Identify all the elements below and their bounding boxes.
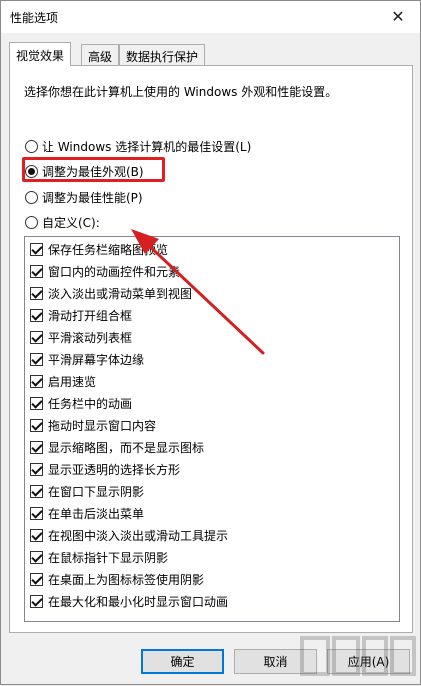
list-item[interactable]: 显示亚透明的选择长方形 [30,461,180,478]
panel-description: 选择你想在此计算机上使用的 Windows 外观和性能设置。 [24,85,338,99]
list-item-label: 在窗口下显示阴影 [48,485,145,499]
list-item[interactable]: 启用速览 [30,373,96,390]
list-item[interactable]: 在鼠标指针下显示阴影 [30,549,168,566]
radio-label: 让 Windows 选择计算机的最佳设置(L) [42,139,252,154]
list-item-label: 在鼠标指针下显示阴影 [48,551,169,565]
checkbox[interactable] [30,309,43,322]
list-item[interactable]: 平滑滚动列表框 [30,329,132,346]
list-item-label: 任务栏中的动画 [48,397,133,411]
list-item[interactable]: 在最大化和最小化时显示窗口动画 [30,593,228,610]
list-item-label: 平滑屏幕字体边缘 [48,353,145,367]
radio-label: 自定义(C): [42,215,100,230]
visual-effects-list[interactable]: 保存任务栏缩略图预览 窗口内的动画控件和元素 淡入淡出或滑动菜单到视图 滑动打开… [24,236,400,622]
list-item[interactable]: 在桌面上为图标标签使用阴影 [30,571,204,588]
close-icon[interactable]: ✕ [376,1,420,31]
radio-label: 调整为最佳性能(P) [42,190,143,205]
list-item[interactable]: 滑动打开组合框 [30,307,132,324]
list-item-label: 保存任务栏缩略图预览 [48,243,169,257]
radio-best-performance[interactable]: 调整为最佳性能(P) [25,188,143,206]
list-item[interactable]: 显示缩略图，而不是显示图标 [30,439,204,456]
list-item-label: 在桌面上为图标标签使用阴影 [48,573,205,587]
visual-effects-panel: 选择你想在此计算机上使用的 Windows 外观和性能设置。 让 Windows… [9,65,413,633]
checkbox[interactable] [30,353,43,366]
apply-button[interactable]: 应用(A) [327,649,410,674]
list-item-label: 拖动时显示窗口内容 [48,419,157,433]
cancel-button[interactable]: 取消 [234,649,317,674]
radio-label: 调整为最佳外观(B) [42,164,144,179]
checkbox[interactable] [30,243,43,256]
ok-button[interactable]: 确定 [141,649,224,674]
performance-options-window: 性能选项 ✕ 视觉效果 高级 数据执行保护 选择你想在此计算机上使用的 Wind… [0,0,421,685]
checkbox[interactable] [30,507,43,520]
checkbox[interactable] [30,375,43,388]
radio-indicator [25,190,38,204]
checkbox[interactable] [30,265,43,278]
list-item[interactable]: 任务栏中的动画 [30,395,132,412]
radio-let-windows-choose[interactable]: 让 Windows 选择计算机的最佳设置(L) [25,137,251,155]
list-item[interactable]: 平滑屏幕字体边缘 [30,351,144,368]
checkbox[interactable] [30,573,43,586]
checkbox[interactable] [30,485,43,498]
list-item[interactable]: 在单击后淡出菜单 [30,505,144,522]
list-item-label: 在单击后淡出菜单 [48,507,145,521]
list-item-label: 启用速览 [48,375,97,389]
checkbox[interactable] [30,419,43,432]
list-item-label: 淡入淡出或滑动菜单到视图 [48,287,193,301]
list-item-label: 窗口内的动画控件和元素 [48,265,181,279]
window-title: 性能选项 [10,11,59,25]
tab-advanced[interactable]: 高级 [81,44,120,65]
list-item[interactable]: 淡入淡出或滑动菜单到视图 [30,285,192,302]
list-item-label: 在最大化和最小化时显示窗口动画 [48,595,229,609]
checkbox[interactable] [30,551,43,564]
checkbox[interactable] [30,595,43,608]
checkbox[interactable] [30,529,43,542]
title-bar: 性能选项 ✕ [1,1,420,33]
radio-indicator [25,139,38,153]
list-item[interactable]: 在窗口下显示阴影 [30,483,144,500]
list-item-label: 在视图中淡入淡出或滑动工具提示 [48,529,229,543]
radio-best-appearance[interactable]: 调整为最佳外观(B) [25,162,144,180]
checkbox[interactable] [30,287,43,300]
tab-data-execution-prevention[interactable]: 数据执行保护 [119,44,206,65]
checkbox[interactable] [30,397,43,410]
list-item[interactable]: 保存任务栏缩略图预览 [30,241,168,258]
checkbox[interactable] [30,441,43,454]
tab-visual-effects[interactable]: 视觉效果 [9,42,72,66]
radio-indicator [25,215,38,229]
radio-indicator [25,164,38,178]
list-item[interactable]: 拖动时显示窗口内容 [30,417,156,434]
list-item[interactable]: 在视图中淡入淡出或滑动工具提示 [30,527,228,544]
list-item[interactable]: 窗口内的动画控件和元素 [30,263,180,280]
list-item-label: 显示缩略图，而不是显示图标 [48,441,205,455]
radio-custom[interactable]: 自定义(C): [25,213,100,231]
checkbox[interactable] [30,463,43,476]
checkbox[interactable] [30,331,43,344]
list-item-label: 滑动打开组合框 [48,309,133,323]
list-item-label: 显示亚透明的选择长方形 [48,463,181,477]
list-item-label: 平滑滚动列表框 [48,331,133,345]
